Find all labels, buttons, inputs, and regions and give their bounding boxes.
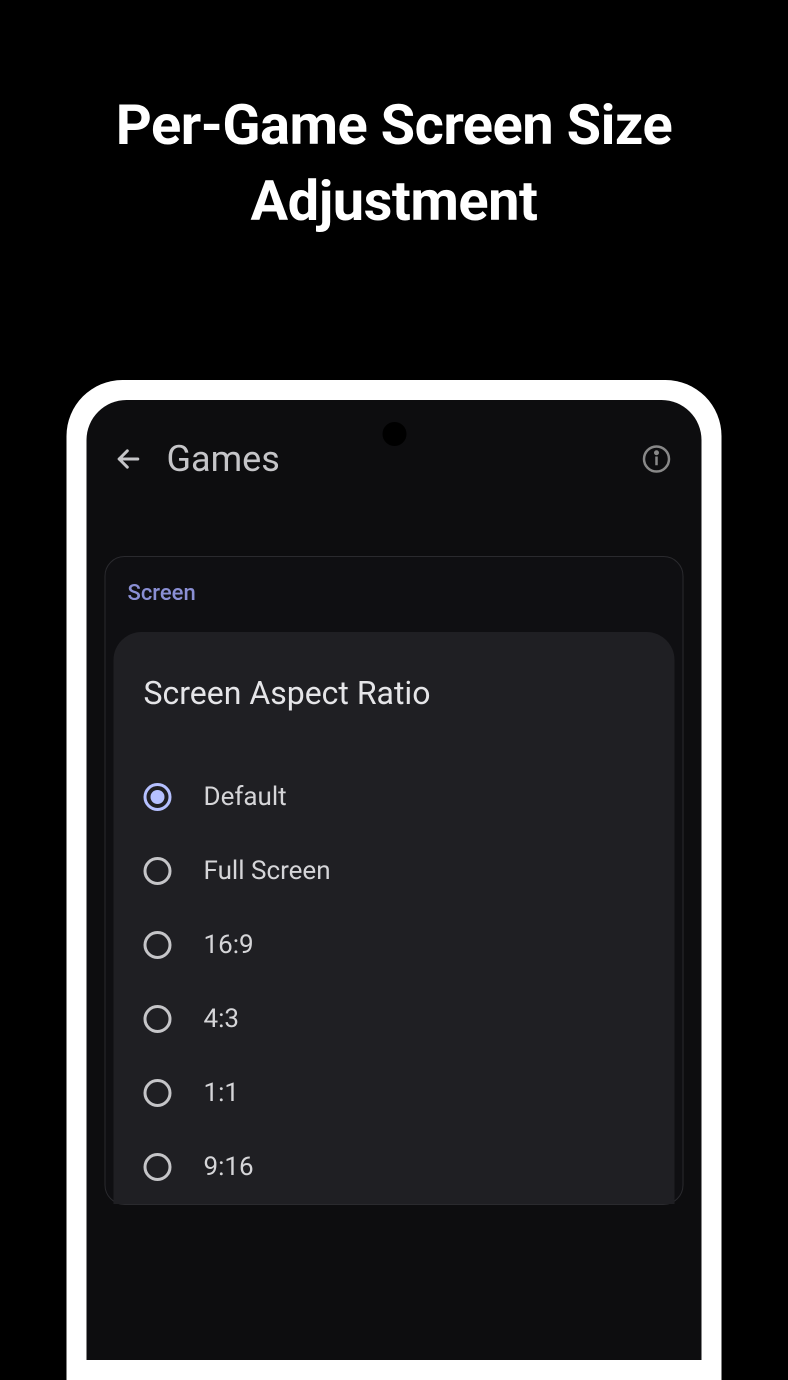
aspect-ratio-dialog: Screen Aspect Ratio Default Full Screen … [114,632,675,1204]
app-header: Games [87,400,702,500]
phone-screen: Games Screen Screen Aspect Ratio Default [87,400,702,1360]
settings-card: Screen Screen Aspect Ratio Default Full … [105,556,684,1205]
radio-option-1-1[interactable]: 1:1 [144,1056,645,1130]
radio-option-16-9[interactable]: 16:9 [144,908,645,982]
radio-label: 16:9 [204,930,254,960]
dialog-title: Screen Aspect Ratio [144,674,645,712]
radio-option-4-3[interactable]: 4:3 [144,982,645,1056]
radio-label: Full Screen [204,856,331,886]
radio-button-icon [144,1153,172,1181]
radio-option-9-16[interactable]: 9:16 [144,1130,645,1204]
radio-button-icon [144,1005,172,1033]
hero-title: Per-Game Screen Size Adjustment [0,0,788,239]
radio-label: 9:16 [204,1152,254,1182]
phone-frame: Games Screen Screen Aspect Ratio Default [67,380,722,1380]
section-label: Screen [106,581,683,626]
camera-notch [382,422,406,446]
radio-label: 4:3 [204,1004,240,1034]
radio-button-icon [144,783,172,811]
radio-button-icon [144,857,172,885]
back-arrow-icon[interactable] [115,445,143,473]
radio-label: Default [204,782,287,812]
info-icon[interactable] [642,444,672,474]
radio-option-fullscreen[interactable]: Full Screen [144,834,645,908]
radio-label: 1:1 [204,1078,240,1108]
radio-button-icon [144,1079,172,1107]
radio-button-icon [144,931,172,959]
radio-option-default[interactable]: Default [144,760,645,834]
